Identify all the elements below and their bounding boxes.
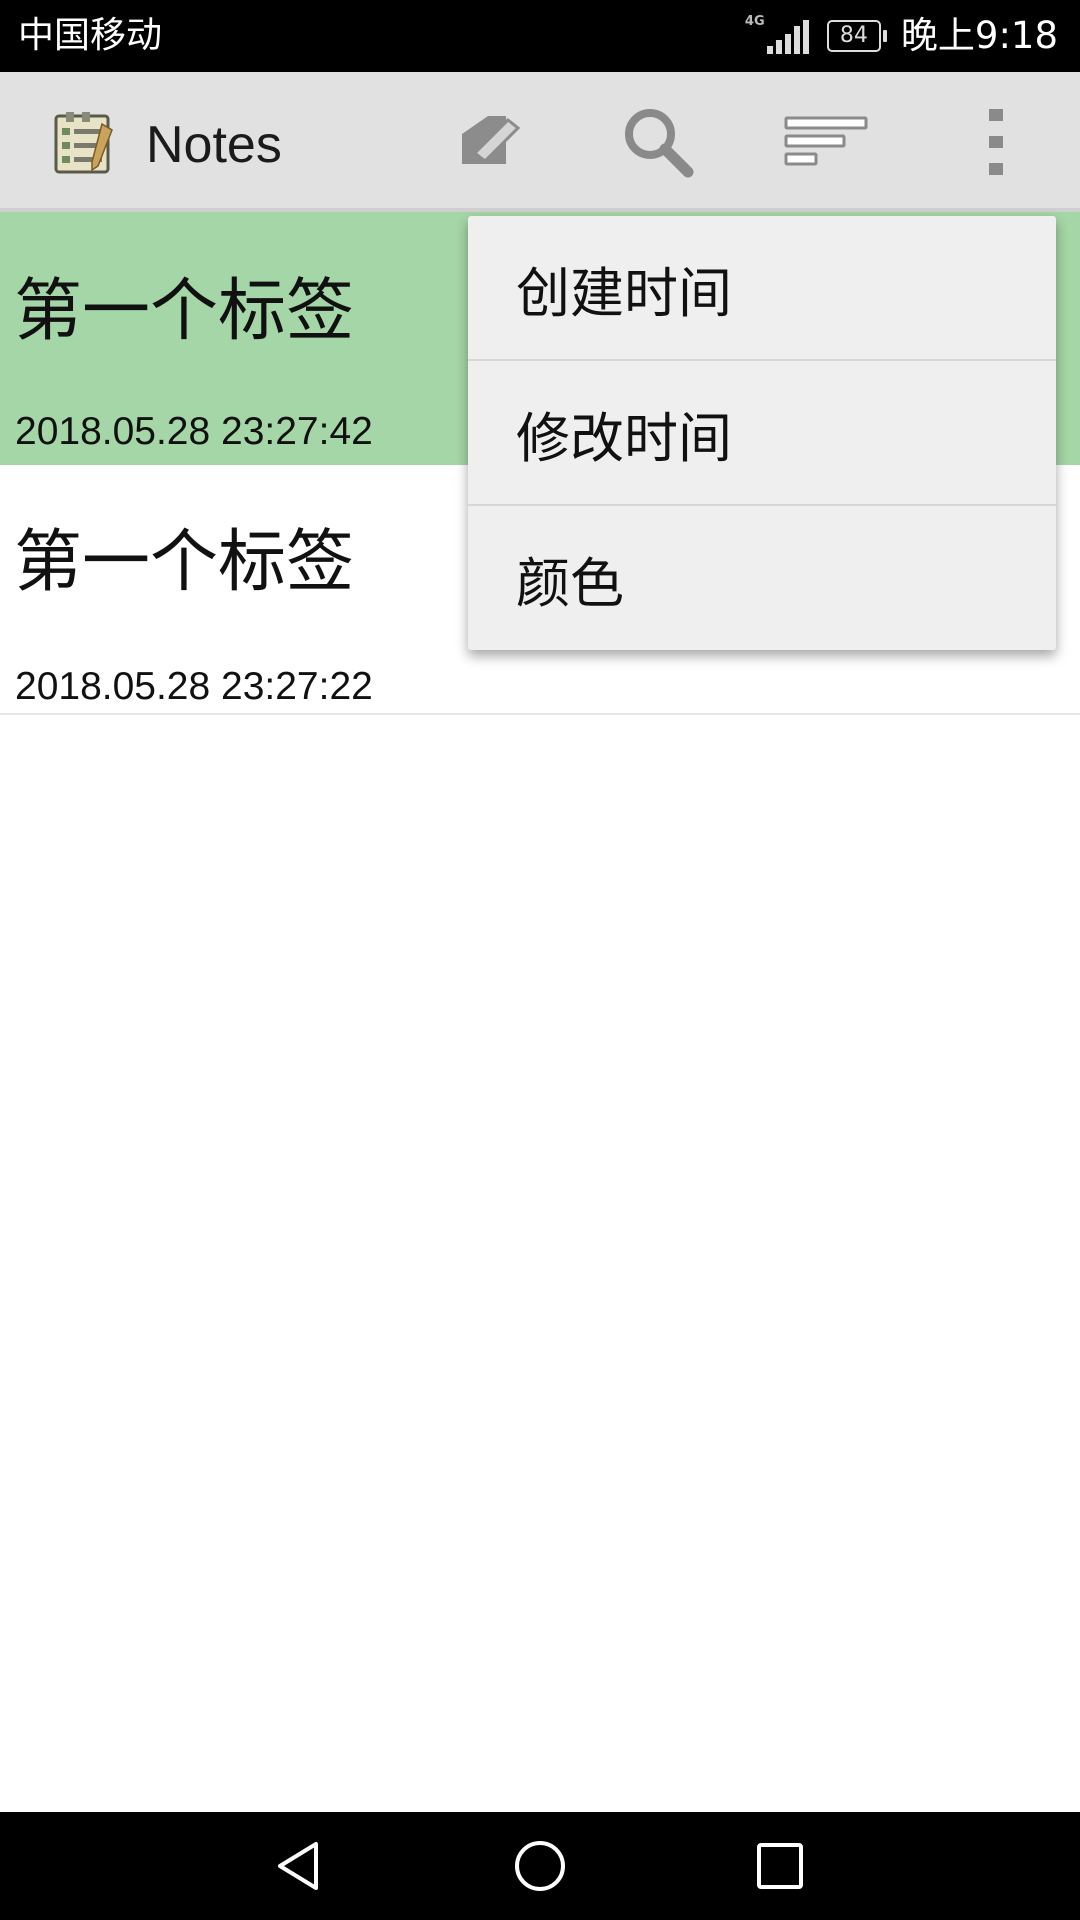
menu-item-label: 创建时间: [516, 262, 732, 325]
note-title: 第一个标签: [14, 523, 355, 602]
back-button[interactable]: [230, 1812, 370, 1920]
app-title: Notes: [146, 116, 282, 174]
recents-icon: [757, 1843, 803, 1889]
note-title: 第一个标签: [14, 272, 355, 351]
overflow-menu-button[interactable]: [936, 72, 1056, 212]
new-note-button[interactable]: [430, 72, 550, 212]
menu-item-label: 修改时间: [516, 407, 732, 470]
action-bar: Notes: [0, 72, 1080, 212]
sort-icon: [784, 116, 868, 166]
sort-menu: 创建时间 修改时间 颜色: [468, 216, 1056, 650]
status-bar: 中国移动 4G 84 晚上9:18: [0, 0, 1080, 72]
home-icon: [515, 1841, 565, 1891]
status-indicators: 4G 84 晚上9:18: [745, 12, 1058, 60]
note-timestamp: 2018.05.28 23:27:42: [15, 410, 373, 453]
back-icon: [278, 1842, 318, 1890]
menu-item-modified-time[interactable]: 修改时间: [468, 361, 1056, 506]
home-button[interactable]: [470, 1812, 610, 1920]
overflow-menu-icon: [989, 109, 1003, 175]
search-button[interactable]: [598, 72, 718, 212]
menu-item-created-time[interactable]: 创建时间: [468, 216, 1056, 361]
signal-icon: 4G: [745, 14, 809, 54]
clock: 晚上9:18: [900, 14, 1058, 57]
sort-button[interactable]: [767, 72, 887, 212]
network-type: 4G: [744, 14, 765, 29]
battery-level: 84: [839, 23, 868, 48]
edit-icon: [462, 116, 521, 164]
recents-button[interactable]: [710, 1812, 850, 1920]
carrier-label: 中国移动: [18, 15, 163, 56]
navigation-bar: [0, 1812, 1080, 1920]
search-icon: [625, 109, 694, 178]
menu-item-label: 颜色: [516, 552, 624, 615]
battery-icon: 84: [826, 20, 887, 52]
menu-item-color[interactable]: 颜色: [468, 506, 1056, 650]
app-notes-icon[interactable]: [52, 110, 116, 176]
note-timestamp: 2018.05.28 23:27:22: [15, 665, 373, 708]
